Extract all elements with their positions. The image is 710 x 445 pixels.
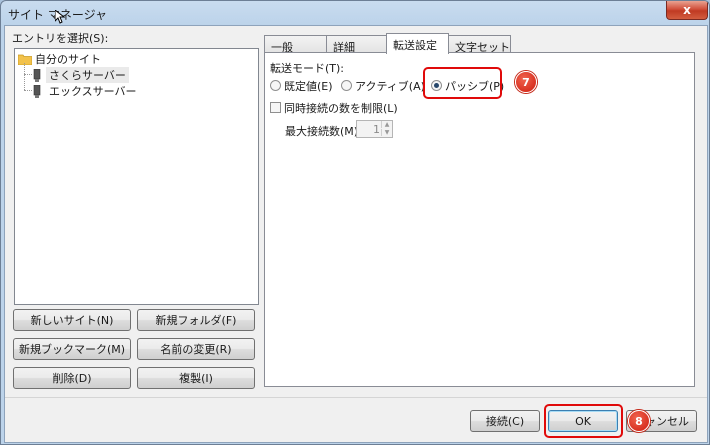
tree-connector	[24, 90, 32, 91]
close-icon: x	[683, 3, 691, 17]
max-connections-value: 1	[373, 123, 380, 136]
step-badge-7: 7	[515, 71, 537, 93]
site-tree[interactable]: 自分のサイト さくらサーバー エックスサーバー	[14, 48, 259, 305]
radio-label: アクティブ(A)	[355, 80, 425, 93]
tree-item-label: さくらサーバー	[46, 67, 129, 83]
dialog-body: エントリを選択(S): 自分のサイト さくらサーバー エックスサーバー 新しいサ…	[4, 25, 708, 443]
radio-indicator	[341, 80, 352, 91]
title-bar[interactable]: サイト マネージャ x	[1, 1, 709, 25]
transfer-mode-label: 転送モード(T):	[270, 62, 345, 75]
step-badge-8: 8	[628, 410, 650, 432]
tree-item-sakura[interactable]: さくらサーバー	[33, 67, 129, 83]
tab-label: 転送設定	[393, 39, 437, 52]
connect-button[interactable]: 接続(C)	[470, 410, 540, 432]
new-bookmark-button[interactable]: 新規ブックマーク(M)	[13, 338, 131, 360]
radio-default[interactable]: 既定値(E)	[270, 78, 333, 94]
radio-label: 既定値(E)	[284, 80, 333, 93]
stepper-down-icon[interactable]: ▼	[381, 129, 392, 136]
checkbox-label: 同時接続の数を制限(L)	[284, 102, 398, 115]
radio-indicator	[270, 80, 281, 91]
server-icon	[33, 68, 41, 82]
footer-divider	[5, 397, 707, 398]
tab-transfer-settings[interactable]: 転送設定	[386, 33, 449, 54]
delete-button[interactable]: 削除(D)	[13, 367, 131, 389]
tree-root-folder[interactable]: 自分のサイト	[18, 51, 101, 67]
rename-button[interactable]: 名前の変更(R)	[137, 338, 255, 360]
tree-connector	[24, 63, 25, 90]
close-button[interactable]: x	[666, 1, 708, 20]
folder-icon	[18, 54, 32, 65]
stepper-up-icon[interactable]: ▲	[381, 121, 392, 128]
mouse-cursor-icon	[55, 10, 65, 24]
highlight-passive	[423, 67, 502, 99]
duplicate-button[interactable]: 複製(I)	[137, 367, 255, 389]
max-connections-stepper[interactable]: 1 ▲ ▼	[356, 120, 393, 138]
max-connections-label: 最大接続数(M):	[285, 125, 362, 138]
server-icon	[33, 84, 41, 98]
tree-item-label: エックスサーバー	[49, 85, 137, 98]
entry-select-label: エントリを選択(S):	[12, 32, 109, 45]
new-site-button[interactable]: 新しいサイト(N)	[13, 309, 131, 331]
site-manager-window: サイト マネージャ x エントリを選択(S): 自分のサイト さくらサーバー エ…	[0, 0, 710, 445]
checkbox-indicator	[270, 102, 281, 113]
radio-active[interactable]: アクティブ(A)	[341, 78, 425, 94]
highlight-ok	[544, 404, 623, 438]
tree-root-label: 自分のサイト	[35, 53, 101, 66]
new-folder-button[interactable]: 新規フォルダ(F)	[137, 309, 255, 331]
tree-connector	[24, 74, 32, 75]
limit-connections-checkbox[interactable]: 同時接続の数を制限(L)	[270, 100, 398, 116]
tree-item-xserver[interactable]: エックスサーバー	[33, 83, 137, 99]
